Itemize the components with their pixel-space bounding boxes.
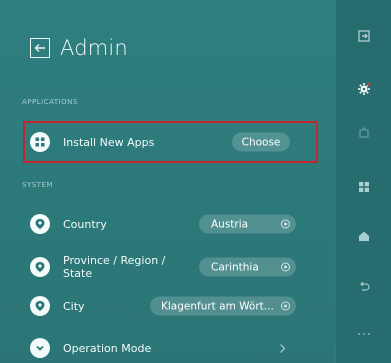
- country-label: Country: [63, 217, 107, 231]
- choose-button[interactable]: Choose: [232, 132, 290, 152]
- more-dots-icon[interactable]: [357, 327, 371, 341]
- undo-icon[interactable]: [357, 279, 371, 293]
- admin-panel: Admin APPLICATIONS Install New Apps Choo…: [0, 0, 335, 363]
- city-label: City: [63, 299, 85, 313]
- section-applications-label: APPLICATIONS: [22, 98, 78, 106]
- province-value: Carinthia: [211, 261, 259, 273]
- apps-grid-icon[interactable]: [357, 180, 371, 194]
- country-value: Austria: [211, 218, 249, 230]
- chevron-right-icon: [279, 339, 286, 358]
- gear-icon[interactable]: [357, 82, 371, 96]
- select-radio-icon: [281, 262, 290, 272]
- chevron-circle-icon: [30, 338, 50, 358]
- grid-circle-icon: [30, 132, 50, 152]
- select-radio-icon: [281, 301, 290, 311]
- map-pin-icon: [30, 214, 50, 234]
- exit-icon[interactable]: [357, 29, 371, 43]
- map-pin-icon: [30, 257, 50, 277]
- city-select[interactable]: Klagenfurt am Wört...: [150, 296, 296, 316]
- back-button[interactable]: [30, 38, 50, 58]
- side-rail: [335, 0, 391, 363]
- select-radio-icon: [281, 219, 290, 229]
- section-system-label: SYSTEM: [22, 181, 53, 189]
- city-value: Klagenfurt am Wört...: [161, 300, 274, 312]
- map-pin-icon: [30, 296, 50, 316]
- back-arrow-icon: [34, 44, 45, 52]
- province-select[interactable]: Carinthia: [199, 257, 296, 277]
- country-select[interactable]: Austria: [199, 214, 296, 234]
- country-row[interactable]: Country Austria: [30, 211, 296, 237]
- operation-mode-label: Operation Mode: [63, 341, 152, 355]
- province-row[interactable]: Province / Region / State Carinthia: [30, 252, 296, 282]
- city-row[interactable]: City Klagenfurt am Wört...: [30, 293, 296, 319]
- province-label: Province / Region / State: [63, 254, 166, 280]
- page-title: Admin: [60, 36, 128, 60]
- header: Admin: [30, 33, 128, 63]
- home-icon[interactable]: [357, 229, 371, 243]
- operation-mode-row[interactable]: Operation Mode: [30, 335, 296, 361]
- puzzle-icon[interactable]: [357, 126, 371, 140]
- install-apps-row[interactable]: Install New Apps Choose: [30, 129, 296, 155]
- install-apps-label: Install New Apps: [63, 135, 155, 149]
